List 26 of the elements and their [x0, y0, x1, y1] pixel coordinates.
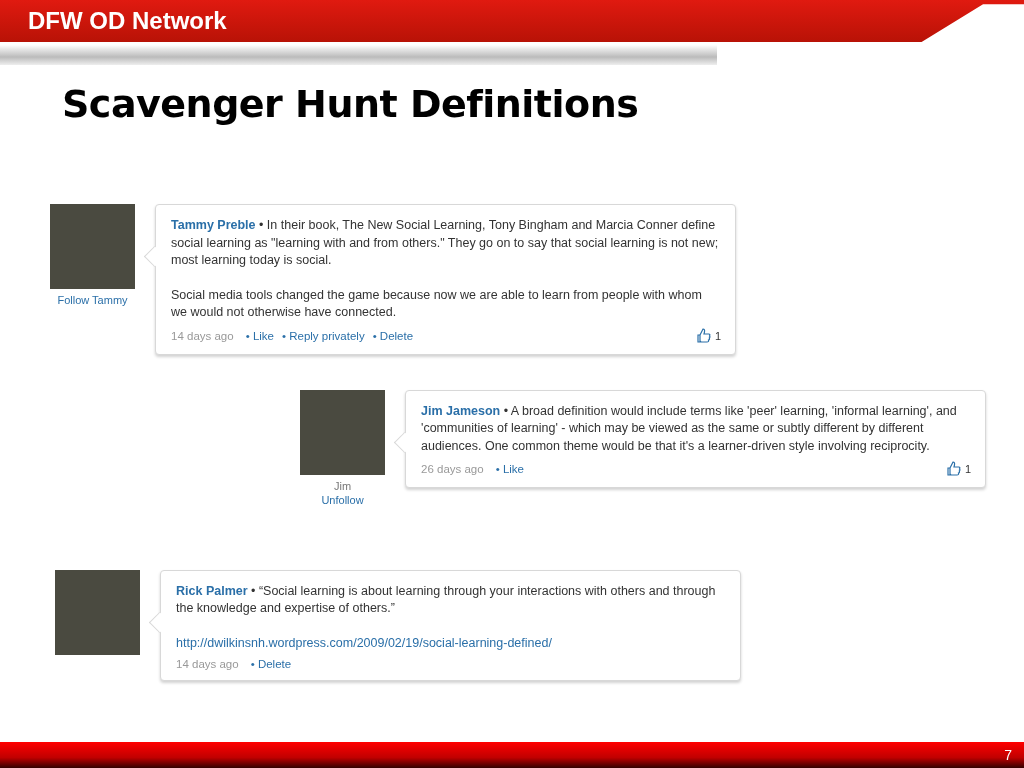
action-link[interactable]: • Delete [250, 658, 292, 670]
timestamp: 14 days ago [171, 329, 234, 342]
follow-link[interactable]: Unfollow [321, 492, 364, 507]
comment-text: Rick Palmer • “Social learning is about learning through your interactions with others and through the knowledge and expertise of others.” [176, 582, 717, 617]
timestamp: 14 days ago [176, 658, 239, 670]
slide-title: Scavenger Hunt Definitions [62, 82, 640, 126]
page-number: 7 [1004, 747, 1012, 763]
action-link[interactable]: • Like [245, 329, 274, 342]
author-link[interactable]: Rick Palmer [176, 583, 248, 598]
user-name: Jim [333, 478, 352, 493]
like-count: 1 [714, 329, 721, 342]
action-link[interactable]: • Reply privately [282, 329, 365, 342]
timestamp: 26 days ago [421, 463, 484, 475]
like-count: 1 [964, 463, 971, 475]
follow-link[interactable]: Follow Tammy [57, 293, 128, 307]
author-link[interactable]: Tammy Preble [171, 218, 256, 232]
comment-text: Tammy Preble • In their book, The New Social Learning, Tony Bingham and Marcia Conner define social learning as "learning with and from others." They go on to say that social learning is not new; most learning today is social. [171, 217, 720, 269]
comment-text: Jim Jameson • A broad definition would include terms like 'peer' learning, 'informal learning', and 'communities of learning' - which may be viewed as the same or subtly different by different audiences. One common theme would be that it's a learner-driven style involving reciprocity. [421, 402, 958, 455]
comment-text: Social media tools changed the game because now we are able to learn from people with whom we would not otherwise have connected. [171, 286, 703, 321]
url-link[interactable]: http://dwilkinsnh.wordpress.com/2009/02/19/social-learning-defined/ [176, 635, 552, 650]
action-link[interactable]: • Like [495, 463, 524, 475]
author-link[interactable]: Jim Jameson [421, 403, 501, 418]
thumbs-up-icon[interactable] [696, 327, 711, 344]
action-link[interactable]: • Delete [372, 329, 414, 342]
brand-title: DFW OD Network [28, 7, 227, 35]
thumbs-up-icon[interactable] [946, 461, 961, 477]
